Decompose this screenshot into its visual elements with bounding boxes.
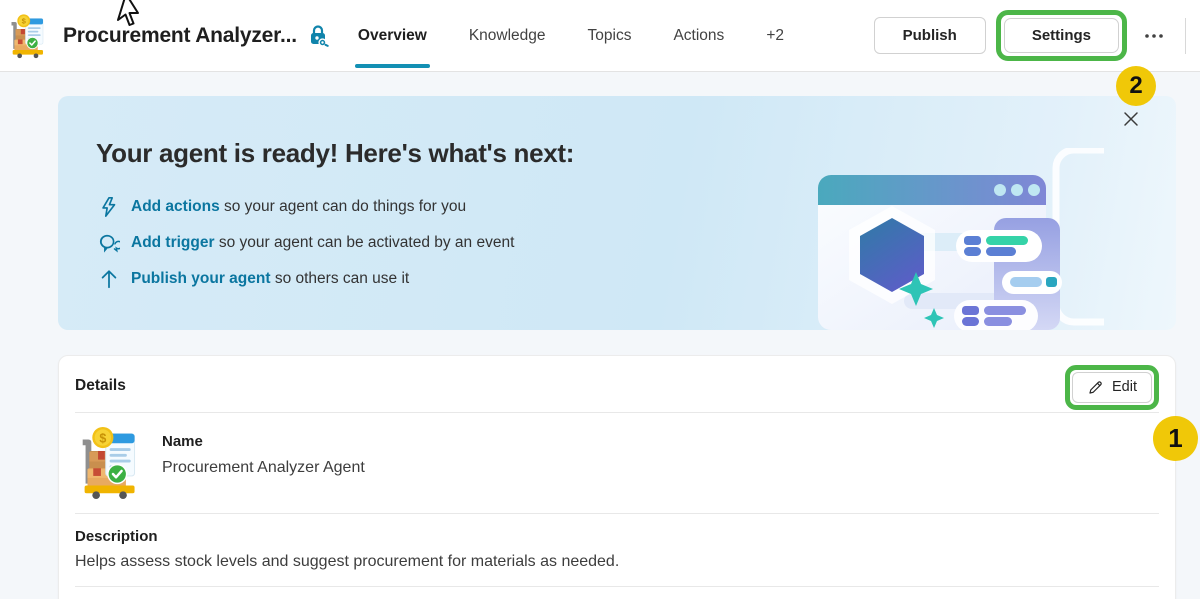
details-card-header: Details Edit: [59, 356, 1175, 412]
tab-overview[interactable]: Overview: [358, 0, 427, 72]
mouse-cursor: [112, 0, 146, 30]
settings-highlight-box: Settings: [996, 10, 1127, 61]
agent-name-row: Name Procurement Analyzer Agent: [59, 413, 1175, 513]
page-title: Procurement Analyzer...: [63, 24, 297, 48]
agent-ready-banner: Your agent is ready! Here's what's next:…: [58, 96, 1176, 330]
name-field-value: Procurement Analyzer Agent: [162, 459, 365, 477]
banner-item-rest: so your agent can be activated by an eve…: [215, 234, 515, 251]
details-section-title: Details: [75, 377, 126, 395]
banner-item-text: Publish your agent so others can use it: [131, 270, 409, 288]
banner-item-text: Add trigger so your agent can be activat…: [131, 234, 514, 252]
banner-heading: Your agent is ready! Here's what's next:: [96, 138, 574, 169]
pencil-icon: [1087, 379, 1104, 396]
list-item-add-actions: Add actions so your agent can do things …: [98, 195, 514, 218]
agent-logo-icon: [8, 13, 50, 59]
banner-item-text: Add actions so your agent can do things …: [131, 198, 466, 216]
annotation-step-1-number: 1: [1168, 423, 1182, 454]
details-card: Details Edit Name Procurement Analyzer A…: [58, 355, 1176, 599]
edit-button-label: Edit: [1112, 379, 1137, 395]
description-field-value: Helps assess stock levels and suggest pr…: [75, 553, 1159, 571]
tab-actions[interactable]: Actions: [673, 0, 724, 72]
app-header: Procurement Analyzer... Overview Knowled…: [0, 0, 1200, 72]
add-actions-link[interactable]: Add actions: [131, 198, 220, 215]
agent-avatar-icon: [75, 426, 148, 499]
banner-item-rest: so your agent can do things for you: [220, 198, 466, 215]
header-divider: [1185, 18, 1186, 54]
name-block: Name Procurement Analyzer Agent: [162, 426, 365, 477]
name-field-label: Name: [162, 433, 365, 450]
publish-button[interactable]: Publish: [874, 17, 986, 54]
more-options-button[interactable]: [1137, 21, 1171, 51]
list-item-publish-agent: Publish your agent so others can use it: [98, 267, 514, 290]
description-field-label: Description: [75, 528, 1159, 545]
banner-close-button[interactable]: [1118, 106, 1144, 132]
description-block: Description Helps assess stock levels an…: [59, 514, 1175, 586]
settings-button[interactable]: Settings: [1004, 18, 1119, 53]
divider: [75, 586, 1159, 587]
close-icon: [1122, 110, 1140, 128]
agent-ready-illustration: [804, 148, 1104, 330]
annotation-step-2-badge: 2: [1116, 66, 1156, 106]
list-item-add-trigger: Add trigger so your agent can be activat…: [98, 231, 514, 254]
banner-next-steps-list: Add actions so your agent can do things …: [98, 195, 514, 303]
lightning-icon: [98, 196, 120, 218]
publish-your-agent-link[interactable]: Publish your agent: [131, 270, 271, 287]
banner-item-rest: so others can use it: [271, 270, 410, 287]
authentication-lock-key-icon: [306, 24, 330, 48]
tab-knowledge[interactable]: Knowledge: [469, 0, 546, 72]
header-actions: Publish Settings: [874, 10, 1190, 61]
arrow-up-icon: [98, 268, 120, 290]
agent-nav-tabs: Overview Knowledge Topics Actions +2: [358, 0, 784, 72]
chat-bubble-icon: [98, 232, 120, 254]
annotation-step-2-number: 2: [1129, 72, 1142, 100]
annotation-step-1-badge: 1: [1153, 416, 1198, 461]
edit-highlight-box: Edit: [1065, 365, 1159, 410]
tab-topics[interactable]: Topics: [588, 0, 632, 72]
edit-button[interactable]: Edit: [1072, 372, 1152, 403]
ellipsis-icon: [1143, 25, 1165, 47]
tab-overflow-plus2[interactable]: +2: [766, 0, 784, 72]
add-trigger-link[interactable]: Add trigger: [131, 234, 215, 251]
